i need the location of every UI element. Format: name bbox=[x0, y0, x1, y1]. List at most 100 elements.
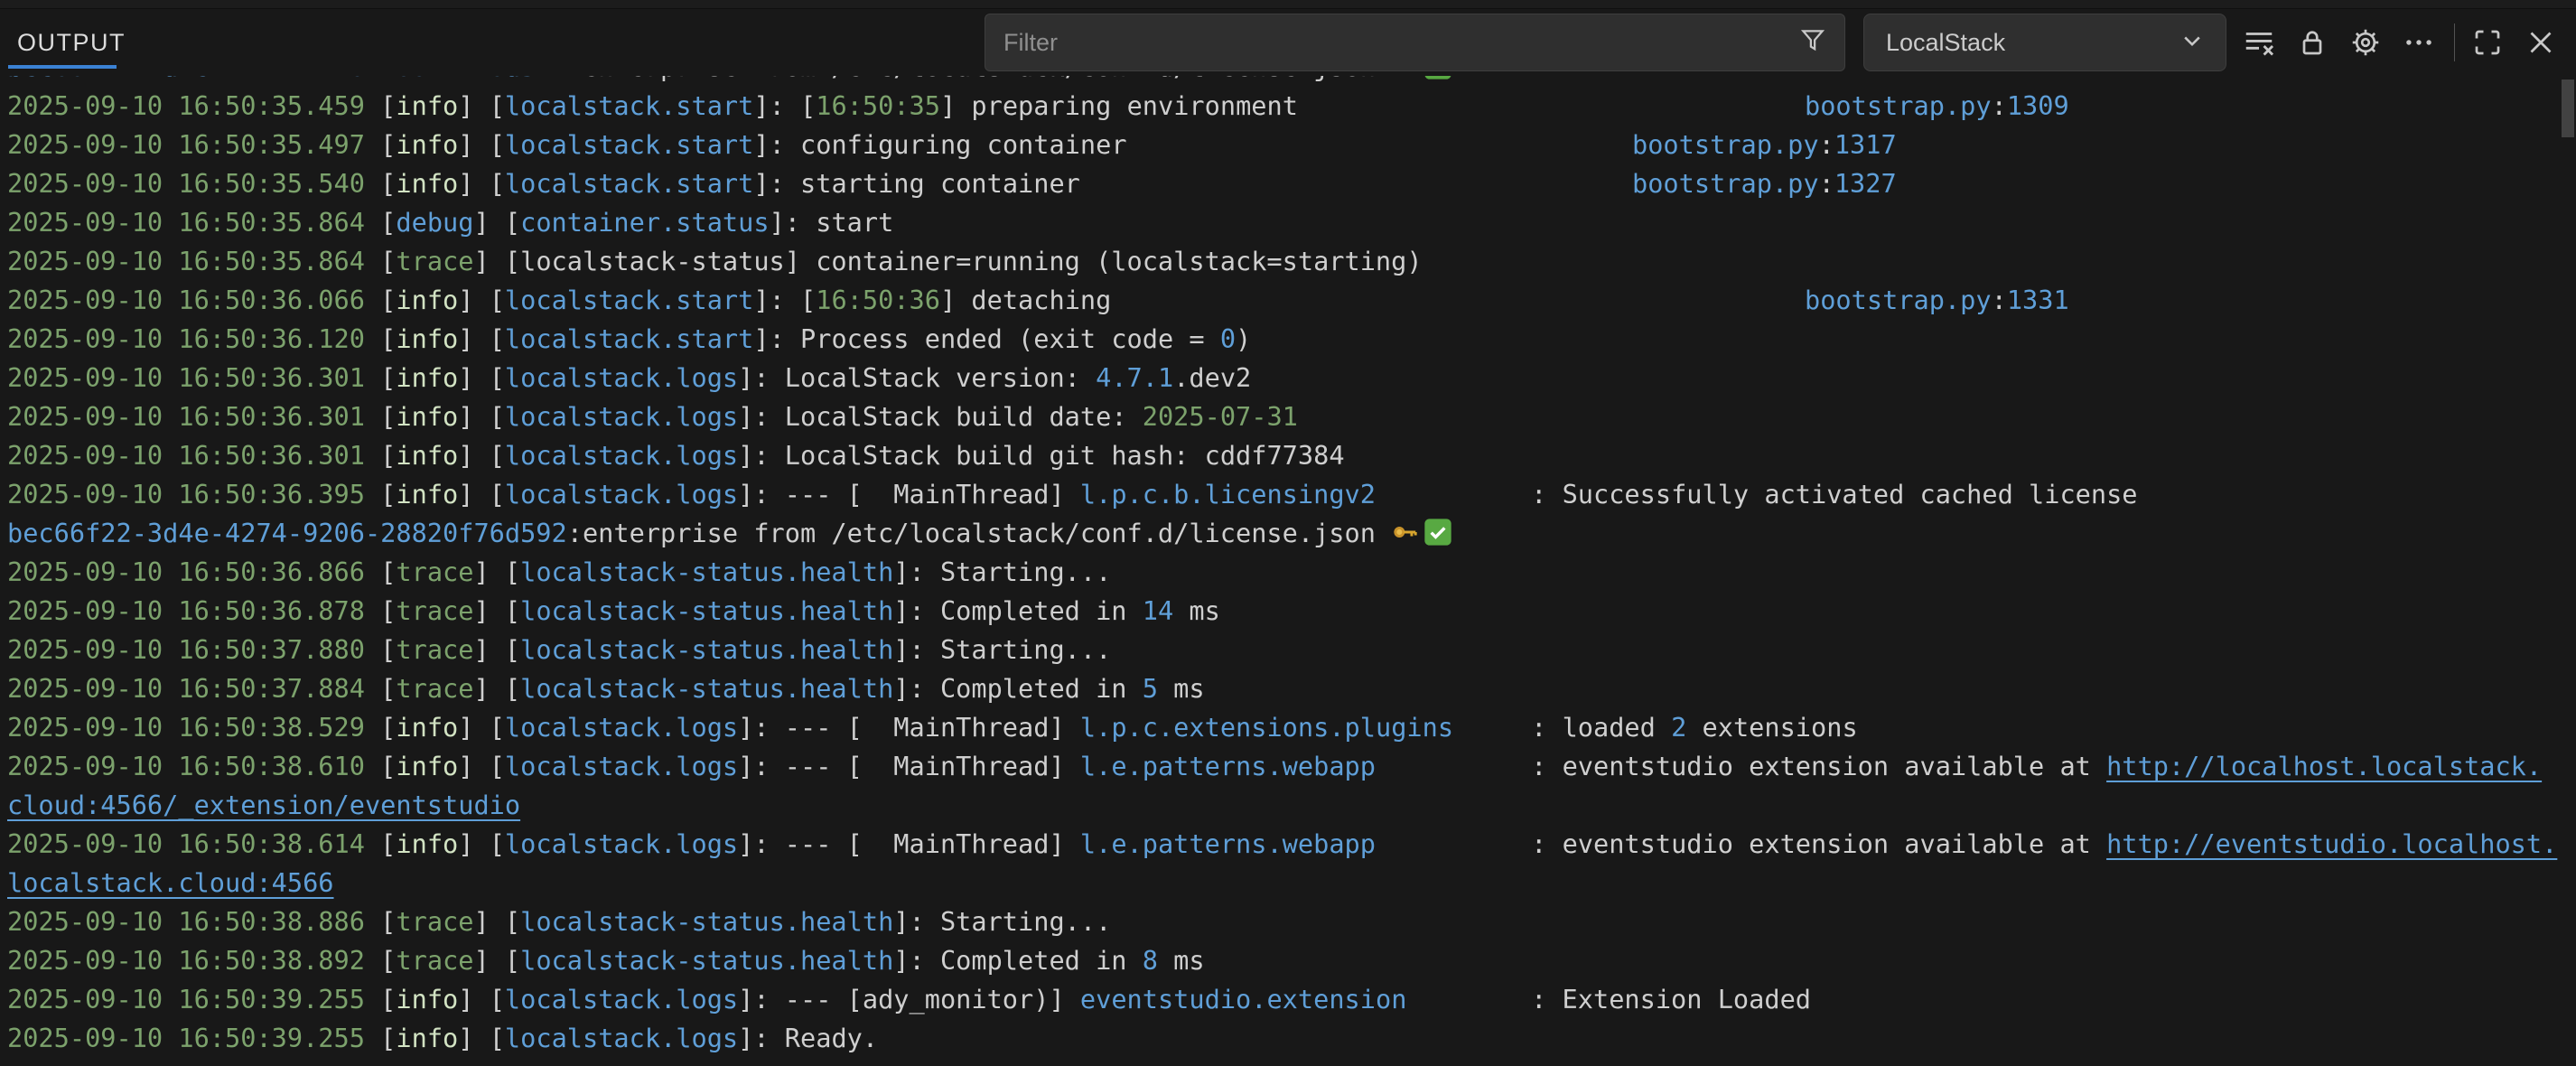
filter-icon[interactable] bbox=[1797, 25, 1828, 61]
log-line: 2025-09-10 16:50:38.529 [info] [localsta… bbox=[7, 708, 2576, 747]
log-text: 16:50:36 bbox=[816, 285, 940, 315]
log-text: 2025-09-10 16:50:37.884 bbox=[7, 673, 365, 704]
log-text: 2025-09-10 16:50:38.886 bbox=[7, 906, 365, 937]
log-text: :enterprise from /etc/localstack/conf.d/… bbox=[567, 518, 1391, 548]
log-text: ]: LocalStack version: bbox=[738, 362, 1096, 393]
log-line: 2025-09-10 16:50:36.301 [info] [localsta… bbox=[7, 436, 2576, 475]
log-text: 2025-09-10 16:50:38.529 bbox=[7, 712, 365, 743]
maximize-panel-button[interactable] bbox=[2467, 22, 2508, 63]
log-url-link[interactable]: http://localhost.localstack. bbox=[2106, 751, 2542, 781]
log-text: localstack.logs bbox=[505, 1023, 738, 1053]
key-icon bbox=[1391, 76, 1423, 82]
log-url-link[interactable]: http://eventstudio.localhost. bbox=[2106, 828, 2557, 859]
key-icon bbox=[1391, 518, 1423, 548]
log-text: [ bbox=[365, 1023, 396, 1053]
tab-output[interactable]: OUTPUT bbox=[14, 9, 129, 76]
log-text: bec66f22-3d4e-4274-9206-28820f76d592 bbox=[7, 518, 567, 548]
log-text: info bbox=[396, 362, 458, 393]
log-text: extensions bbox=[1686, 712, 1857, 743]
log-text: 2025-09-10 16:50:35.459 bbox=[7, 90, 365, 121]
log-text: ] [ bbox=[473, 673, 520, 704]
log-text: [ bbox=[365, 984, 396, 1015]
log-url-link[interactable]: localstack.cloud:4566 bbox=[7, 867, 334, 898]
log-text: [ bbox=[365, 401, 396, 432]
log-text: ] [ bbox=[473, 556, 520, 587]
log-text: 2025-09-10 16:50:36.301 bbox=[7, 362, 365, 393]
source-file-link[interactable]: bootstrap.py:1309 bbox=[1805, 87, 2069, 126]
log-text: ] [ bbox=[458, 323, 505, 354]
log-text: localstack.logs bbox=[505, 479, 738, 510]
source-file-link[interactable]: bootstrap.py:1331 bbox=[1805, 281, 2069, 320]
log-text: localstack.logs bbox=[505, 401, 738, 432]
log-text: 2025-07-31 bbox=[1143, 401, 1298, 432]
log-text: 2025-09-10 16:50:38.614 bbox=[7, 828, 365, 859]
ellipsis-icon bbox=[2402, 25, 2436, 60]
log-text: localstack-status.health bbox=[520, 595, 893, 626]
log-text: l.e.patterns.webapp bbox=[1080, 828, 1376, 859]
log-text: ] [ bbox=[458, 401, 505, 432]
chevron-down-icon bbox=[2177, 25, 2207, 61]
more-actions-button[interactable] bbox=[2398, 22, 2440, 63]
log-text: ] [ bbox=[458, 90, 505, 121]
filter-box[interactable] bbox=[985, 14, 1845, 71]
log-text: 2025-09-10 16:50:36.301 bbox=[7, 440, 365, 471]
close-panel-button[interactable] bbox=[2520, 22, 2562, 63]
log-text: [ bbox=[365, 945, 396, 976]
log-line: 2025-09-10 16:50:36.066 [info] [localsta… bbox=[7, 281, 2576, 320]
log-line: 2025-09-10 16:50:36.301 [info] [localsta… bbox=[7, 397, 2576, 436]
log-url-link[interactable]: cloud:4566/_extension/eventstudio bbox=[7, 790, 520, 820]
log-text: [ bbox=[365, 168, 396, 199]
log-text: localstack.start bbox=[505, 90, 753, 121]
log-text: localstack-status.health bbox=[520, 556, 893, 587]
source-file-link[interactable]: bootstrap.py:1317 bbox=[1632, 126, 1897, 164]
log-text: ]: --- [ MainThread] bbox=[738, 828, 1080, 859]
log-text: [ bbox=[365, 323, 396, 354]
log-text: localstack.start bbox=[505, 168, 753, 199]
output-channel-dropdown[interactable]: LocalStack bbox=[1863, 14, 2226, 71]
output-log-area[interactable]: bec66f22-3d4e-4274-9206-28820f76d592:ent… bbox=[0, 76, 2576, 1058]
output-settings-button[interactable] bbox=[2345, 22, 2386, 63]
log-line: bec66f22-3d4e-4274-9206-28820f76d592:ent… bbox=[7, 76, 2576, 87]
log-text: ) bbox=[1236, 323, 1251, 354]
log-text: [ bbox=[365, 595, 396, 626]
log-text: ] [ bbox=[458, 751, 505, 781]
log-text: : eventstudio extension available at bbox=[1376, 828, 2106, 859]
log-text: [ bbox=[365, 90, 396, 121]
log-text: [ bbox=[365, 440, 396, 471]
filter-input[interactable] bbox=[1003, 29, 1797, 57]
panel-top-sash bbox=[0, 0, 2576, 9]
log-text: ms bbox=[1158, 945, 1205, 976]
log-text: 2025-09-10 16:50:36.866 bbox=[7, 556, 365, 587]
log-text: [ bbox=[365, 673, 396, 704]
log-text: ] [ bbox=[473, 595, 520, 626]
log-text: info bbox=[396, 828, 458, 859]
log-text: ]: start bbox=[770, 207, 894, 238]
log-line: 2025-09-10 16:50:38.886 [trace] [localst… bbox=[7, 902, 2576, 941]
close-icon bbox=[2525, 26, 2557, 59]
maximize-panel-icon bbox=[2471, 26, 2504, 59]
log-text: ]: [ bbox=[753, 285, 816, 315]
log-text: ] [ bbox=[458, 479, 505, 510]
log-text: ]: --- [ady_monitor)] bbox=[738, 984, 1080, 1015]
log-text: 2025-09-10 16:50:35.497 bbox=[7, 129, 365, 160]
scrollbar-thumb[interactable] bbox=[2562, 79, 2574, 137]
log-text: 2025-09-10 16:50:39.255 bbox=[7, 1023, 365, 1053]
source-file-link[interactable]: bootstrap.py:1327 bbox=[1632, 164, 1897, 203]
log-text: localstack.logs bbox=[505, 440, 738, 471]
log-text: ] [ bbox=[458, 440, 505, 471]
lock-scroll-button[interactable] bbox=[2291, 22, 2333, 63]
log-line: 2025-09-10 16:50:35.864 [trace] [localst… bbox=[7, 242, 2576, 281]
log-text: 14 bbox=[1143, 595, 1173, 626]
log-text: ] [ bbox=[458, 828, 505, 859]
log-text: 16:50:35 bbox=[816, 90, 940, 121]
log-text: 8 bbox=[1143, 945, 1158, 976]
lock-icon bbox=[2296, 26, 2329, 59]
log-text: localstack.logs bbox=[505, 362, 738, 393]
log-text: 2025-09-10 16:50:38.610 bbox=[7, 751, 365, 781]
log-text: ] [localstack-status] container=running … bbox=[473, 246, 1422, 276]
panel-title: OUTPUT bbox=[17, 29, 126, 57]
log-line: bec66f22-3d4e-4274-9206-28820f76d592:ent… bbox=[7, 514, 2576, 553]
log-text: ] [ bbox=[473, 634, 520, 665]
clear-output-button[interactable] bbox=[2238, 22, 2280, 63]
log-text: ]: Completed in bbox=[893, 945, 1142, 976]
